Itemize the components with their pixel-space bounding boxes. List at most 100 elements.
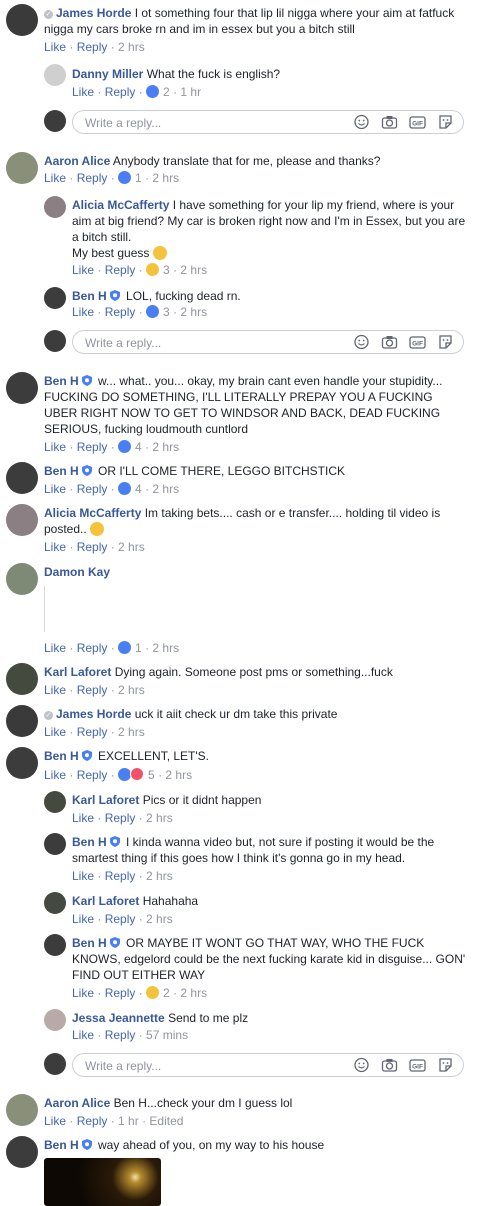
avatar[interactable] — [6, 1094, 38, 1126]
reply-link[interactable]: Reply — [77, 725, 108, 739]
reply-input[interactable] — [83, 333, 337, 352]
like-link[interactable]: Like — [72, 912, 94, 926]
comment-author[interactable]: Alicia McCafferty — [72, 198, 169, 212]
photo-attachment[interactable] — [44, 1158, 161, 1206]
timestamp[interactable]: 2 hrs — [146, 912, 173, 926]
timestamp[interactable]: 2 hrs — [165, 768, 192, 782]
reply-link[interactable]: Reply — [77, 482, 108, 496]
haha-reaction-icon[interactable] — [146, 263, 160, 276]
timestamp[interactable]: 2 hrs — [118, 725, 145, 739]
avatar[interactable] — [6, 462, 38, 494]
like-link[interactable]: Like — [44, 482, 66, 496]
comment-author[interactable]: Karl Laforet — [72, 894, 139, 908]
avatar[interactable] — [44, 934, 66, 956]
sticker-icon[interactable] — [437, 1057, 454, 1073]
like-reaction-icon[interactable] — [118, 440, 132, 453]
timestamp[interactable]: 57 mins — [146, 1028, 188, 1042]
reply-link[interactable]: Reply — [77, 683, 108, 697]
timestamp[interactable]: 2 hrs — [152, 171, 179, 185]
comment-author[interactable]: James Horde — [56, 707, 131, 721]
comment-author[interactable]: Ben H — [44, 749, 79, 763]
timestamp[interactable]: 1 hr — [118, 1114, 139, 1128]
like-reaction-icon[interactable] — [146, 305, 160, 318]
avatar[interactable] — [6, 747, 38, 779]
avatar[interactable] — [44, 791, 66, 813]
smiley-icon[interactable] — [353, 1057, 370, 1073]
like-link[interactable]: Like — [72, 1028, 94, 1042]
like-link[interactable]: Like — [72, 811, 94, 825]
comment-author[interactable]: Ben H — [72, 835, 107, 849]
like-link[interactable]: Like — [44, 540, 66, 554]
like-reaction-icon[interactable] — [146, 85, 160, 98]
haha-reaction-icon[interactable] — [146, 986, 160, 999]
gif-icon[interactable]: GIF — [409, 1057, 426, 1073]
reaction-count[interactable]: 4 — [135, 482, 142, 496]
reply-link[interactable]: Reply — [77, 171, 108, 185]
comment-author[interactable]: Karl Laforet — [72, 793, 139, 807]
avatar[interactable] — [44, 287, 66, 309]
timestamp[interactable]: 2 hrs — [146, 811, 173, 825]
reply-link[interactable]: Reply — [105, 811, 136, 825]
reply-input-box[interactable]: GIF — [72, 1053, 464, 1077]
comment-author[interactable]: Aaron Alice — [44, 1096, 110, 1110]
reaction-count[interactable]: 2 — [163, 85, 170, 99]
avatar[interactable] — [44, 64, 66, 86]
comment-author[interactable]: Aaron Alice — [44, 154, 110, 168]
comment-author[interactable]: Alicia McCafferty — [44, 506, 141, 520]
reaction-count[interactable]: 2 — [163, 986, 170, 1000]
reply-link[interactable]: Reply — [77, 440, 108, 454]
like-reaction-icon[interactable] — [118, 171, 132, 184]
comment-author[interactable]: Ben H — [72, 289, 107, 303]
like-link[interactable]: Like — [72, 263, 94, 277]
timestamp[interactable]: 2 hrs — [118, 540, 145, 554]
comment-author[interactable]: Ben H — [44, 1138, 79, 1152]
timestamp[interactable]: 2 hrs — [152, 440, 179, 454]
reaction-count[interactable]: 5 — [148, 768, 155, 782]
comment-author[interactable]: James Horde — [56, 6, 131, 20]
timestamp[interactable]: 2 hrs — [118, 40, 145, 54]
reaction-count[interactable]: 1 — [135, 641, 142, 655]
avatar[interactable] — [44, 1009, 66, 1031]
timestamp[interactable]: 2 hrs — [180, 305, 207, 319]
comment-author[interactable]: Ben H — [44, 464, 79, 478]
like-link[interactable]: Like — [44, 641, 66, 655]
avatar[interactable] — [44, 833, 66, 855]
reply-link[interactable]: Reply — [105, 1028, 136, 1042]
sticker-icon[interactable] — [437, 114, 454, 130]
like-link[interactable]: Like — [44, 768, 66, 782]
avatar[interactable] — [6, 563, 38, 595]
reply-input-box[interactable]: GIF — [72, 110, 464, 134]
avatar[interactable] — [44, 196, 66, 218]
timestamp[interactable]: 2 hrs — [152, 641, 179, 655]
reply-input-box[interactable]: GIF — [72, 330, 464, 354]
comment-author[interactable]: Damon Kay — [44, 565, 110, 579]
reply-link[interactable]: Reply — [105, 85, 136, 99]
avatar[interactable] — [6, 705, 38, 737]
comment-author[interactable]: Jessa Jeannette — [72, 1011, 165, 1025]
timestamp[interactable]: 1 hr — [180, 85, 201, 99]
reply-input[interactable] — [83, 113, 337, 132]
like-link[interactable]: Like — [72, 305, 94, 319]
like-reaction-icon[interactable] — [118, 482, 132, 495]
reaction-count[interactable]: 3 — [163, 263, 170, 277]
like-link[interactable]: Like — [44, 171, 66, 185]
smiley-icon[interactable] — [353, 334, 370, 350]
edited-label[interactable]: Edited — [149, 1114, 183, 1128]
like-link[interactable]: Like — [44, 440, 66, 454]
reply-link[interactable]: Reply — [105, 986, 136, 1000]
timestamp[interactable]: 2 hrs — [180, 263, 207, 277]
avatar[interactable] — [6, 152, 38, 184]
reply-link[interactable]: Reply — [77, 540, 108, 554]
reply-link[interactable]: Reply — [105, 263, 136, 277]
reply-link[interactable]: Reply — [77, 641, 108, 655]
avatar[interactable] — [44, 892, 66, 914]
like-link[interactable]: Like — [72, 85, 94, 99]
like-link[interactable]: Like — [72, 986, 94, 1000]
comment-author[interactable]: Danny Miller — [72, 67, 143, 81]
comment-author[interactable]: Ben H — [44, 374, 79, 388]
gif-icon[interactable]: GIF — [409, 334, 426, 350]
timestamp[interactable]: 2 hrs — [146, 869, 173, 883]
avatar[interactable] — [6, 372, 38, 404]
love-reaction-icon[interactable] — [130, 767, 145, 781]
like-link[interactable]: Like — [44, 725, 66, 739]
